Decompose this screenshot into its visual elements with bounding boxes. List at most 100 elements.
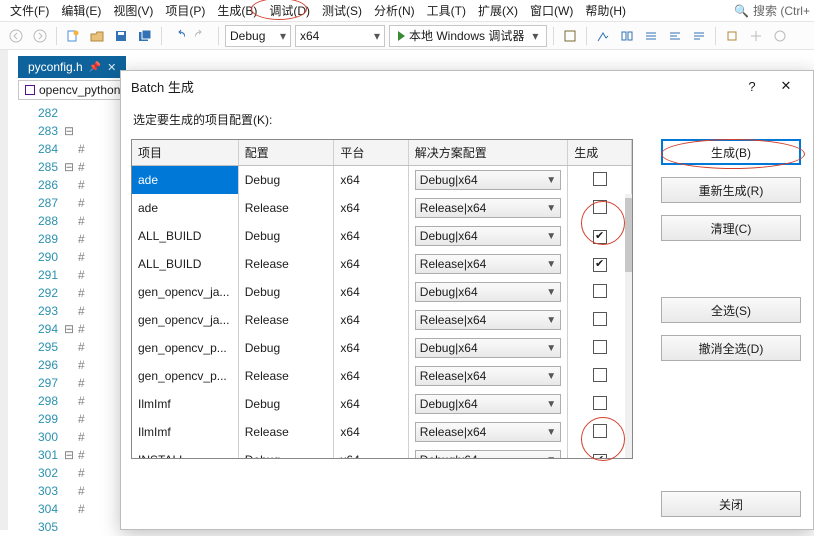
menu-item[interactable]: 视图(V): [107, 2, 159, 20]
table-row[interactable]: IlmImfReleasex64Release|x64▼: [132, 418, 632, 446]
chevron-down-icon: ▼: [546, 203, 556, 214]
select-all-button[interactable]: 全选(S): [661, 297, 801, 323]
cell-build-check[interactable]: [568, 194, 632, 222]
table-row[interactable]: gen_opencv_p...Releasex64Release|x64▼: [132, 362, 632, 390]
grid-scrollbar[interactable]: [625, 194, 632, 458]
platform-dropdown[interactable]: x64▾: [295, 25, 385, 47]
table-row[interactable]: adeDebugx64Debug|x64▼: [132, 166, 632, 195]
cell-solution-config[interactable]: Debug|x64▼: [408, 390, 567, 418]
toolbar-icon-f[interactable]: [689, 26, 709, 46]
cell-solution-config[interactable]: Release|x64▼: [408, 250, 567, 278]
cell-build-check[interactable]: [568, 362, 632, 390]
toolbar-icon-b[interactable]: [593, 26, 613, 46]
search-box[interactable]: 🔍 搜索 (Ctrl+: [734, 2, 810, 19]
column-header[interactable]: 配置: [238, 140, 334, 166]
close-icon[interactable]: ✕: [107, 61, 116, 74]
menu-item[interactable]: 工具(T): [421, 2, 472, 20]
menu-item[interactable]: 扩展(X): [472, 2, 524, 20]
menu-item[interactable]: 窗口(W): [524, 2, 579, 20]
table-row[interactable]: adeReleasex64Release|x64▼: [132, 194, 632, 222]
checkbox[interactable]: [593, 396, 607, 410]
open-icon[interactable]: [87, 26, 107, 46]
table-row[interactable]: ALL_BUILDReleasex64Release|x64▼✔: [132, 250, 632, 278]
checkbox[interactable]: [593, 368, 607, 382]
config-dropdown[interactable]: Debug▾: [225, 25, 291, 47]
table-row[interactable]: INSTALLDebugx64Debug|x64▼✔: [132, 446, 632, 459]
table-row[interactable]: gen_opencv_ja...Debugx64Debug|x64▼: [132, 278, 632, 306]
save-all-icon[interactable]: [135, 26, 155, 46]
menu-item[interactable]: 帮助(H): [579, 2, 632, 20]
dialog-titlebar: Batch 生成 ? ✕: [121, 71, 813, 101]
cell-solution-config[interactable]: Release|x64▼: [408, 418, 567, 446]
toolbar-icon-d[interactable]: [641, 26, 661, 46]
cell-build-check[interactable]: [568, 334, 632, 362]
checkbox[interactable]: ✔: [593, 258, 607, 272]
menu-item[interactable]: 项目(P): [159, 2, 211, 20]
checkbox[interactable]: [593, 424, 607, 438]
cell-build-check[interactable]: [568, 306, 632, 334]
deselect-all-button[interactable]: 撤消全选(D): [661, 335, 801, 361]
cell-solution-config[interactable]: Release|x64▼: [408, 362, 567, 390]
cell-build-check[interactable]: [568, 418, 632, 446]
toolbar-icon-a[interactable]: [560, 26, 580, 46]
menu-item[interactable]: 生成(B): [211, 2, 263, 20]
toolbar-icon-c[interactable]: [617, 26, 637, 46]
rebuild-button[interactable]: 重新生成(R): [661, 177, 801, 203]
redo-icon[interactable]: [192, 26, 212, 46]
menu-item[interactable]: 编辑(E): [55, 2, 107, 20]
menu-item[interactable]: 调试(D): [263, 2, 316, 20]
cell-build-check[interactable]: ✔: [568, 222, 632, 250]
cell-build-check[interactable]: ✔: [568, 446, 632, 459]
cell-solution-config[interactable]: Release|x64▼: [408, 194, 567, 222]
column-header[interactable]: 生成: [568, 140, 632, 166]
checkbox[interactable]: ✔: [593, 230, 607, 244]
column-header[interactable]: 项目: [132, 140, 238, 166]
checkbox[interactable]: [593, 284, 607, 298]
column-header[interactable]: 平台: [334, 140, 408, 166]
checkbox[interactable]: ✔: [593, 454, 607, 459]
cell-solution-config[interactable]: Debug|x64▼: [408, 166, 567, 195]
toolbar-icon-h[interactable]: [746, 26, 766, 46]
cell-solution-config[interactable]: Debug|x64▼: [408, 278, 567, 306]
table-row[interactable]: ALL_BUILDDebugx64Debug|x64▼✔: [132, 222, 632, 250]
checkbox[interactable]: [593, 312, 607, 326]
toolbar-icon-e[interactable]: [665, 26, 685, 46]
checkbox[interactable]: [593, 172, 607, 186]
config-grid[interactable]: 项目配置平台解决方案配置生成 adeDebugx64Debug|x64▼adeR…: [131, 139, 633, 459]
forward-icon[interactable]: [30, 26, 50, 46]
cell-build-check[interactable]: [568, 390, 632, 418]
pin-icon[interactable]: 📌: [89, 62, 101, 73]
tab-pyconfig[interactable]: pyconfig.h 📌 ✕: [18, 56, 126, 78]
menu-item[interactable]: 分析(N): [368, 2, 421, 20]
cell-solution-config[interactable]: Debug|x64▼: [408, 446, 567, 459]
table-row[interactable]: gen_opencv_p...Debugx64Debug|x64▼: [132, 334, 632, 362]
menu-item[interactable]: 测试(S): [316, 2, 368, 20]
cell-solution-config[interactable]: Release|x64▼: [408, 306, 567, 334]
cell-platform: x64: [334, 418, 408, 446]
column-header[interactable]: 解决方案配置: [408, 140, 567, 166]
tab-opencv-python[interactable]: opencv_python: [18, 80, 127, 100]
clean-button[interactable]: 清理(C): [661, 215, 801, 241]
cell-solution-config[interactable]: Debug|x64▼: [408, 222, 567, 250]
menu-item[interactable]: 文件(F): [4, 2, 55, 20]
toolbar-icon-g[interactable]: [722, 26, 742, 46]
cell-solution-config[interactable]: Debug|x64▼: [408, 334, 567, 362]
cell-build-check[interactable]: [568, 166, 632, 195]
chevron-down-icon: ▼: [546, 343, 556, 354]
close-icon[interactable]: ✕: [769, 78, 803, 94]
help-button[interactable]: ?: [735, 79, 769, 94]
new-icon[interactable]: [63, 26, 83, 46]
save-icon[interactable]: [111, 26, 131, 46]
cell-build-check[interactable]: [568, 278, 632, 306]
back-icon[interactable]: [6, 26, 26, 46]
undo-icon[interactable]: [168, 26, 188, 46]
checkbox[interactable]: [593, 340, 607, 354]
checkbox[interactable]: [593, 200, 607, 214]
start-debug-button[interactable]: 本地 Windows 调试器▾: [389, 25, 547, 47]
cell-build-check[interactable]: ✔: [568, 250, 632, 278]
toolbar-icon-i[interactable]: [770, 26, 790, 46]
close-button[interactable]: 关闭: [661, 491, 801, 517]
build-button[interactable]: 生成(B): [661, 139, 801, 165]
table-row[interactable]: IlmImfDebugx64Debug|x64▼: [132, 390, 632, 418]
table-row[interactable]: gen_opencv_ja...Releasex64Release|x64▼: [132, 306, 632, 334]
